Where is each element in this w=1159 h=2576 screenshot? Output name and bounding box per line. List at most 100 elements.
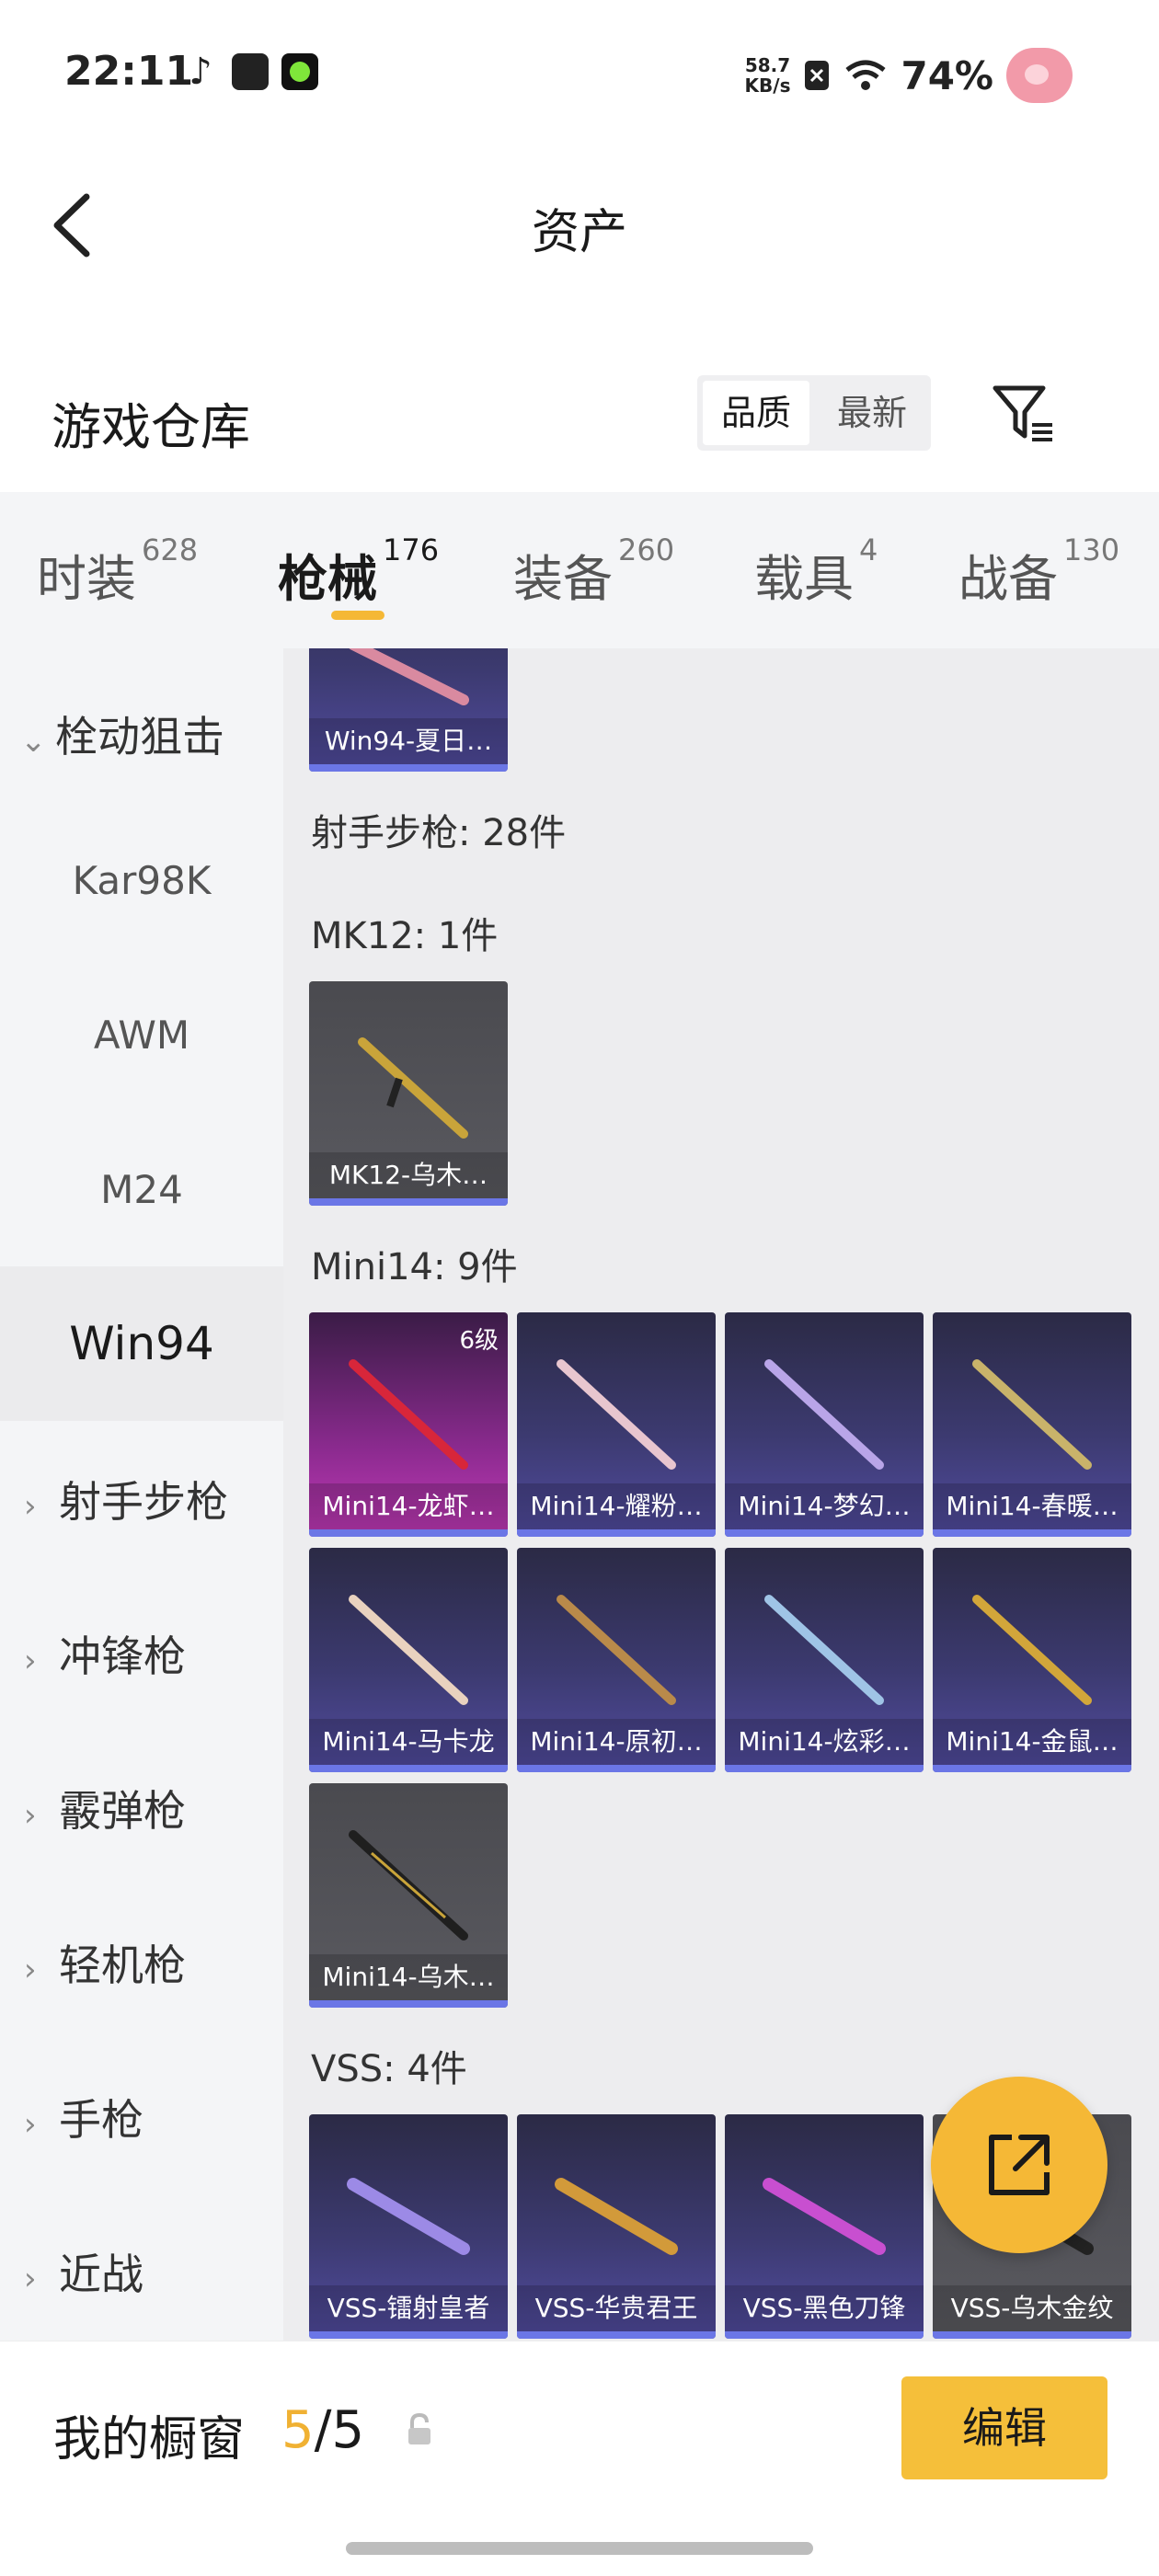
tab-equipment[interactable]: 装备 260 — [513, 532, 674, 611]
weapon-card[interactable]: Mini14-原初… — [517, 1548, 716, 1772]
weapon-card[interactable]: VSS-镭射皇者 — [309, 2114, 508, 2339]
rifle-icon — [555, 2178, 678, 2255]
weapon-card-rarity-bar — [309, 1529, 508, 1537]
weapon-card[interactable]: VSS-华贵君王 — [517, 2114, 716, 2339]
rifle-icon — [972, 1595, 1092, 1705]
sidebar-item-m24[interactable]: M24 — [0, 1167, 283, 1212]
showcase-label: 我的橱窗 — [53, 2412, 246, 2467]
weapon-card-name: Mini14-龙虾… — [309, 1483, 508, 1529]
tab-fashion[interactable]: 时装 628 — [37, 532, 198, 611]
sidebar-item-kar98k[interactable]: Kar98K — [0, 858, 283, 903]
net-speed-value: 58.7 — [744, 54, 791, 76]
weapon-card-name: MK12-乌木… — [309, 1152, 508, 1198]
mk12-group-label: MK12: 1件 — [311, 915, 499, 957]
tab-count: 130 — [1063, 532, 1120, 567]
weapon-card-rarity-bar — [309, 2331, 508, 2339]
sidebar-item-label: 栓动狙击 — [55, 712, 224, 761]
weapon-card-rarity-bar — [933, 1529, 1131, 1537]
sim-off-icon — [805, 61, 830, 90]
chevron-right-icon: › — [24, 2106, 37, 2143]
rifle-icon — [358, 1037, 468, 1139]
showcase-count-total: /5 — [314, 2400, 365, 2460]
weapon-card-rarity-bar — [933, 1765, 1131, 1772]
weapon-card[interactable]: MK12-乌木… — [309, 981, 508, 1206]
chevron-down-icon: ⌄ — [20, 723, 47, 760]
sidebar-item-label: 冲锋枪 — [59, 1631, 186, 1681]
avatar-pig-icon[interactable] — [1006, 48, 1073, 103]
share-button[interactable] — [931, 2077, 1107, 2253]
sidebar-item-sniper[interactable]: ⌄ 栓动狙击 — [0, 704, 283, 764]
tab-label: 枪械 — [278, 550, 377, 608]
chevron-right-icon: › — [24, 1643, 37, 1679]
weapon-card-name: VSS-黑色刀锋 — [725, 2285, 924, 2331]
dmr-total-label: 射手步枪: 28件 — [311, 812, 567, 854]
rifle-icon — [349, 1595, 468, 1705]
tab-label: 战备 — [958, 550, 1058, 608]
rifle-icon — [349, 1830, 468, 1941]
sidebar-item-label: 手枪 — [59, 2095, 143, 2145]
showcase-count-current: 5 — [281, 2400, 315, 2460]
sidebar-item-smg[interactable]: › 冲锋枪 — [0, 1623, 283, 1684]
weapon-card[interactable]: Mini14-炫彩… — [725, 1548, 924, 1772]
weapon-category-sidebar: ⌄ 栓动狙击 Kar98K AWM M24 Win94 › 射手步枪 › 冲锋枪 › 霰… — [0, 648, 283, 2341]
weapon-card-rarity-bar — [725, 1765, 924, 1772]
tab-label: 载具 — [754, 550, 854, 608]
home-indicator[interactable] — [346, 2542, 813, 2555]
weapon-card-rarity-bar — [309, 764, 508, 772]
filter-icon[interactable] — [990, 381, 1056, 447]
rifle-icon — [557, 1595, 676, 1705]
sidebar-item-label: 轻机枪 — [59, 1941, 186, 1990]
weapon-card[interactable]: VSS-黑色刀锋 — [725, 2114, 924, 2339]
telegram-icon — [232, 53, 269, 90]
sidebar-item-label: 霰弹枪 — [59, 1786, 186, 1836]
weapon-card-rarity-bar — [517, 2331, 716, 2339]
weapon-card[interactable]: Mini14-耀粉… — [517, 1312, 716, 1537]
weapon-card[interactable]: Mini14-乌木… — [309, 1783, 508, 2008]
vss-group-label: VSS: 4件 — [311, 2048, 467, 2090]
sidebar-item-dmr[interactable]: › 射手步枪 — [0, 1469, 283, 1529]
net-speed: 58.7 KB/s — [745, 55, 791, 96]
weapon-card[interactable]: Mini14-梦幻… — [725, 1312, 924, 1537]
sidebar-item-awm[interactable]: AWM — [0, 1013, 283, 1058]
lock-icon — [408, 2412, 430, 2444]
status-time: 22:11 — [64, 48, 194, 95]
tab-guns[interactable]: 枪械 176 — [278, 532, 439, 611]
sort-toggle: 品质 最新 — [697, 375, 931, 451]
weapon-card-name: Mini14-原初… — [517, 1719, 716, 1765]
weapon-card[interactable]: Win94-夏日… — [309, 648, 508, 772]
showcase-count: 5/5 — [281, 2400, 364, 2460]
sidebar-item-win94[interactable]: Win94 — [0, 1266, 283, 1421]
weapon-card-rarity-bar — [933, 2331, 1131, 2339]
tab-vehicles[interactable]: 载具 4 — [754, 532, 878, 611]
chevron-right-icon: › — [24, 1488, 37, 1525]
sidebar-item-shotgun[interactable]: › 霰弹枪 — [0, 1778, 283, 1838]
weapon-card[interactable]: Mini14-春暖… — [933, 1312, 1131, 1537]
page-title: 资产 — [531, 205, 627, 260]
weapon-card[interactable]: 6级 Mini14-龙虾… — [309, 1312, 508, 1537]
weapon-card-name: VSS-华贵君王 — [517, 2285, 716, 2331]
tab-combat-supplies[interactable]: 战备 130 — [958, 532, 1119, 611]
tab-label: 时装 — [37, 550, 136, 608]
status-notification-icons: ♪ — [182, 53, 318, 90]
sort-latest-button[interactable]: 最新 — [819, 381, 925, 445]
weapon-card-rarity-bar — [725, 1529, 924, 1537]
tab-count: 176 — [383, 532, 440, 567]
weapon-card-name: Mini14-马卡龙 — [309, 1719, 508, 1765]
sidebar-item-label: 近战 — [59, 2250, 143, 2299]
weapon-card-name: VSS-乌木金纹 — [933, 2285, 1131, 2331]
tab-count: 4 — [859, 532, 878, 567]
weapon-card-rarity-bar — [309, 2000, 508, 2008]
weapon-card[interactable]: Mini14-马卡龙 — [309, 1548, 508, 1772]
rifle-icon — [557, 1359, 676, 1470]
sort-quality-button[interactable]: 品质 — [703, 381, 809, 445]
weapon-card-name: Win94-夏日… — [309, 718, 508, 764]
tiktok-icon: ♪ — [189, 51, 212, 93]
battery-level: 74% — [901, 52, 993, 98]
weapon-card-rarity-bar — [517, 1529, 716, 1537]
weapon-card[interactable]: Mini14-金鼠… — [933, 1548, 1131, 1772]
sidebar-item-lmg[interactable]: › 轻机枪 — [0, 1932, 283, 1993]
edit-button[interactable]: 编辑 — [901, 2376, 1107, 2479]
sidebar-item-melee[interactable]: › 近战 — [0, 2241, 283, 2302]
rifle-icon — [349, 648, 469, 705]
sidebar-item-pistol[interactable]: › 手枪 — [0, 2087, 283, 2147]
